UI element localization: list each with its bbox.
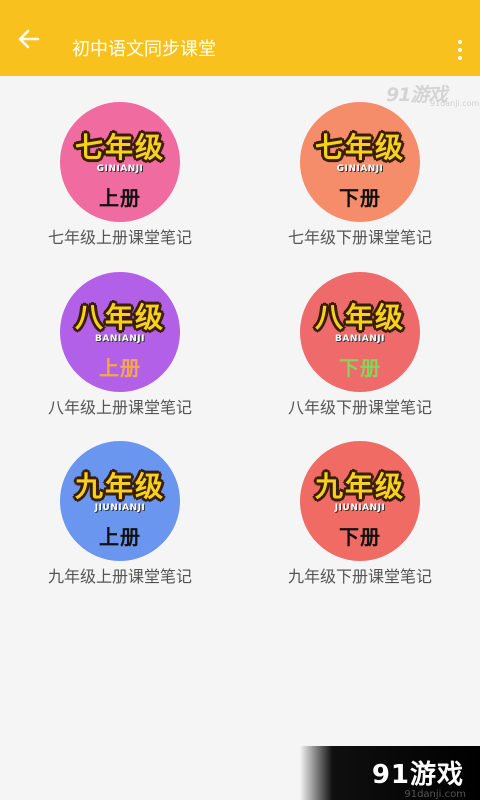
card-grade7-vol2[interactable]: 七年级 GINIANJI 下册 七年级下册课堂笔记 xyxy=(250,100,470,250)
volume-label: 上册 xyxy=(99,186,141,210)
watermark-logo-bottom: 91游戏 91danji.com xyxy=(300,746,480,800)
grade-label: 九年级 xyxy=(74,470,165,503)
arrow-left-icon xyxy=(18,29,40,49)
grade-pinyin: GINIANJI xyxy=(96,164,144,174)
grade-badge: 九年级 JIUNIANJI 上册 xyxy=(60,441,180,561)
card-caption: 七年级上册课堂笔记 xyxy=(47,228,192,247)
watermark-url: 91danji.com xyxy=(404,789,466,800)
volume-label: 上册 xyxy=(99,525,141,549)
grade-pinyin: GINIANJI xyxy=(336,164,384,174)
grade-badge: 七年级 GINIANJI 上册 xyxy=(60,102,180,222)
grade-label: 七年级 xyxy=(314,131,405,164)
grade-badge: 八年级 BANIANJI 下册 xyxy=(300,272,420,392)
app-bar: 初中语文同步课堂 xyxy=(0,0,480,76)
volume-label: 下册 xyxy=(339,525,381,549)
grade-badge: 八年级 BANIANJI 上册 xyxy=(60,272,180,392)
grade-label: 八年级 xyxy=(314,301,405,334)
page-title: 初中语文同步课堂 xyxy=(72,39,216,60)
grade-pinyin: BANIANJI xyxy=(95,334,145,344)
back-button[interactable] xyxy=(14,26,44,52)
card-caption: 八年级上册课堂笔记 xyxy=(47,398,192,417)
grade-pinyin: JIUNIANJI xyxy=(94,503,146,513)
card-caption: 七年级下册课堂笔记 xyxy=(287,228,432,247)
grade-badge: 七年级 GINIANJI 下册 xyxy=(300,102,420,222)
card-caption: 八年级下册课堂笔记 xyxy=(287,398,432,417)
grade-label: 八年级 xyxy=(74,301,165,334)
card-grade8-vol2[interactable]: 八年级 BANIANJI 下册 八年级下册课堂笔记 xyxy=(250,270,470,420)
grade-label: 九年级 xyxy=(314,470,405,503)
volume-label: 下册 xyxy=(339,186,381,210)
grade-pinyin: BANIANJI xyxy=(335,334,385,344)
card-grade9-vol1[interactable]: 九年级 JIUNIANJI 上册 九年级上册课堂笔记 xyxy=(10,439,230,589)
volume-label: 上册 xyxy=(99,356,141,380)
card-caption: 九年级上册课堂笔记 xyxy=(47,567,192,586)
grade-label: 七年级 xyxy=(74,131,165,164)
card-grade7-vol1[interactable]: 七年级 GINIANJI 上册 七年级上册课堂笔记 xyxy=(10,100,230,250)
grade-badge: 九年级 JIUNIANJI 下册 xyxy=(300,441,420,561)
watermark-brand: 91游戏 xyxy=(371,760,464,790)
volume-label: 下册 xyxy=(339,356,381,380)
card-grade8-vol1[interactable]: 八年级 BANIANJI 上册 八年级上册课堂笔记 xyxy=(10,270,230,420)
more-vertical-icon[interactable] xyxy=(456,40,464,60)
grade-pinyin: JIUNIANJI xyxy=(334,503,386,513)
card-caption: 九年级下册课堂笔记 xyxy=(287,567,432,586)
card-grade9-vol2[interactable]: 九年级 JIUNIANJI 下册 九年级下册课堂笔记 xyxy=(250,439,470,589)
